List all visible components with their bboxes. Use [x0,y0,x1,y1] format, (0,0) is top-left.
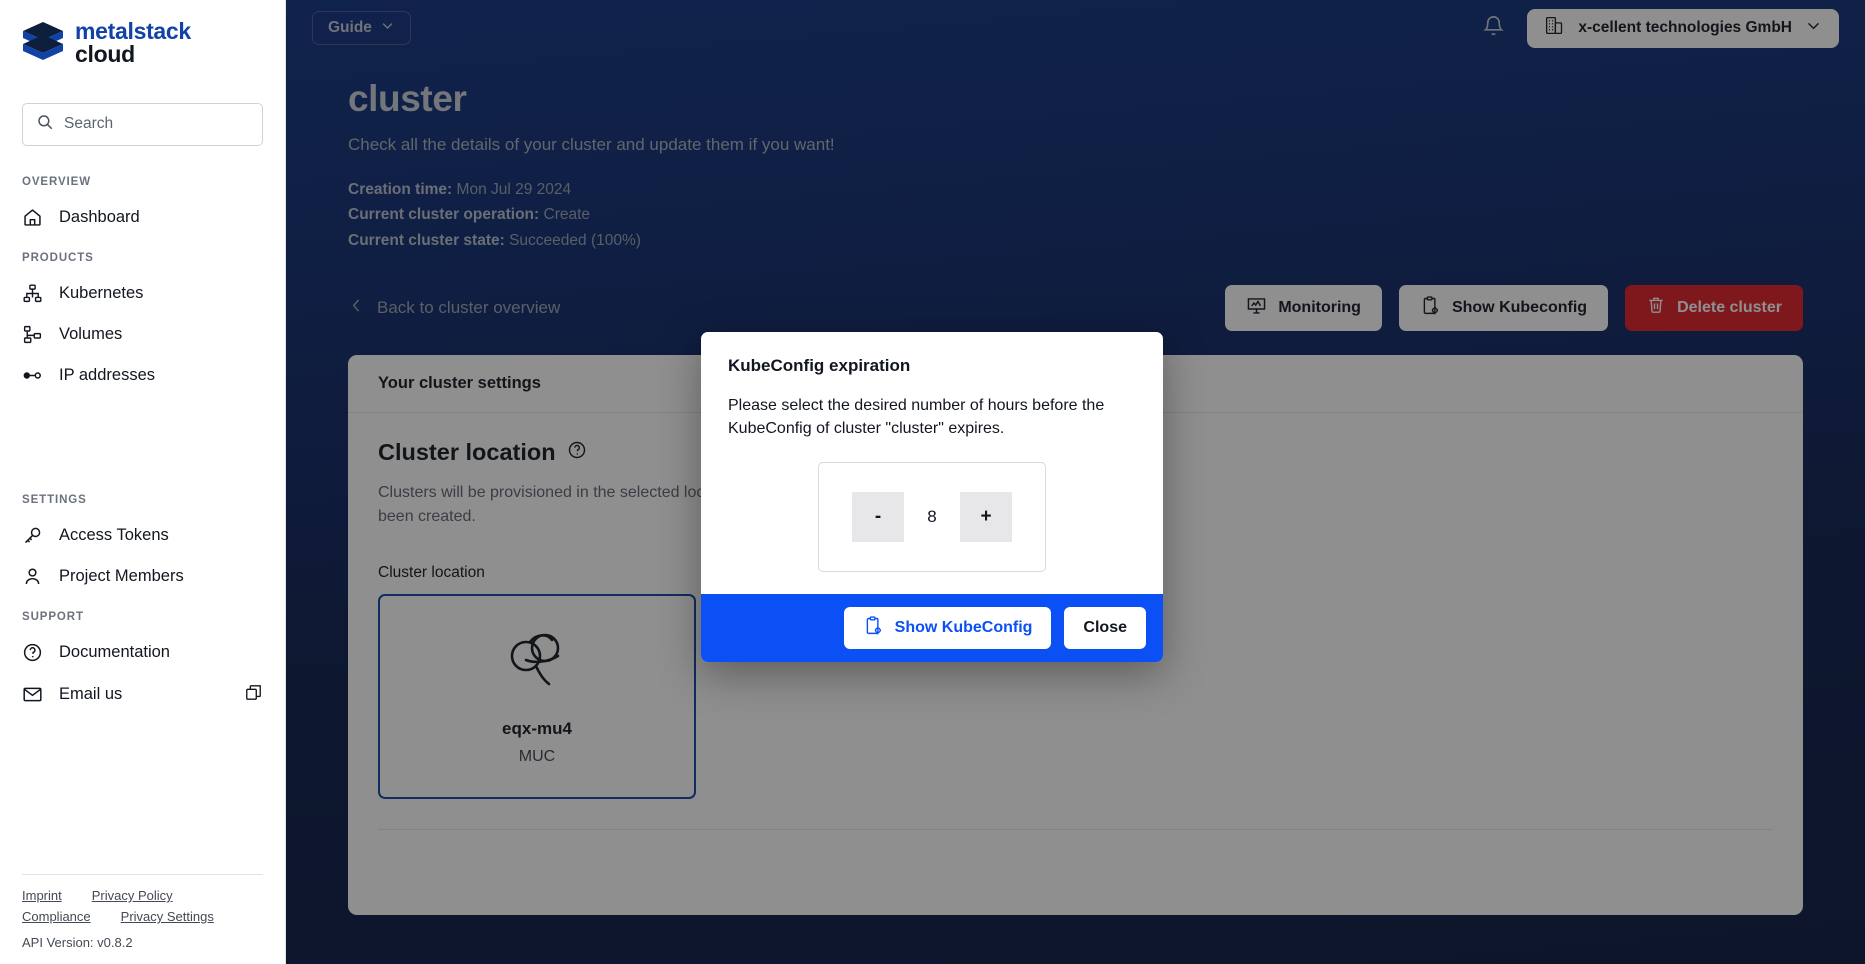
sidebar-nav: OVERVIEW Dashboard PRODUCTS Kubernetes V… [0,146,285,862]
sidebar-item-project-members[interactable]: Project Members [0,556,285,597]
sidebar: metalstack cloud Search OVERVIEW Dashboa… [0,0,286,964]
footer-link-compliance[interactable]: Compliance [22,909,91,924]
sidebar-item-label: Volumes [59,324,123,343]
modal-close-label: Close [1083,619,1127,637]
modal-description: Please select the desired number of hour… [728,397,1105,438]
key-icon [22,525,43,546]
sidebar-item-label: Documentation [59,642,170,661]
sidebar-item-email-us[interactable]: Email us [0,673,285,717]
expiration-hours-value[interactable]: 8 [904,492,960,543]
brand-logo[interactable]: metalstack cloud [0,0,285,67]
brand-line-2: cloud [75,41,135,68]
modal-body: KubeConfig expiration Please select the … [701,332,1163,594]
api-version-text: API Version: v0.8.2 [22,935,133,950]
expiration-stepper: - 8 + [852,492,1012,543]
footer-link-privacy-policy[interactable]: Privacy Policy [92,888,173,903]
decrement-button[interactable]: - [852,492,904,543]
footer-links: Imprint Privacy Policy Compliance Privac… [22,888,252,924]
nav-group-support-label: SUPPORT [22,610,84,623]
sidebar-item-volumes[interactable]: Volumes [0,314,285,355]
modal-close-button[interactable]: Close [1064,607,1146,650]
modal-show-kubeconfig-button[interactable]: Show KubeConfig [843,607,1052,650]
sidebar-item-label: IP addresses [59,365,156,384]
nav-group-products-label: PRODUCTS [22,251,94,264]
footer-link-imprint[interactable]: Imprint [22,888,62,903]
sidebar-item-label: Kubernetes [59,283,144,302]
external-link-icon[interactable] [244,683,263,707]
user-icon [22,566,43,587]
ip-address-icon [22,365,43,386]
expiration-stepper-container: - 8 + [818,462,1046,573]
modal-footer: Show KubeConfig Close [701,594,1163,663]
search-input[interactable]: Search [22,102,263,146]
sidebar-item-label: Access Tokens [59,525,169,544]
footer-link-privacy-settings[interactable]: Privacy Settings [121,909,214,924]
modal-title: KubeConfig expiration [728,356,911,375]
search-icon [36,113,54,136]
kubernetes-icon [22,283,43,304]
sidebar-item-label: Project Members [59,566,184,585]
sidebar-item-access-tokens[interactable]: Access Tokens [0,515,285,556]
question-circle-icon [22,642,43,663]
sidebar-item-ip-addresses[interactable]: IP addresses [0,355,285,396]
clipboard-gear-icon [863,615,884,641]
envelope-icon [22,684,43,705]
sidebar-footer: Imprint Privacy Policy Compliance Privac… [0,862,285,964]
volumes-icon [22,324,43,345]
kubeconfig-expiration-modal: KubeConfig expiration Please select the … [701,332,1163,663]
metalstack-logo-icon [22,21,64,66]
nav-group-overview-label: OVERVIEW [22,175,91,188]
sidebar-item-kubernetes[interactable]: Kubernetes [0,273,285,314]
home-icon [22,207,43,228]
sidebar-item-dashboard[interactable]: Dashboard [0,197,285,238]
modal-primary-label: Show KubeConfig [894,619,1033,637]
app-root: metalstack cloud Search OVERVIEW Dashboa… [0,0,1865,964]
footer-divider [22,874,263,875]
nav-group-settings-label: SETTINGS [22,493,87,506]
increment-button[interactable]: + [960,492,1012,543]
sidebar-item-label: Email us [59,685,123,704]
search-placeholder: Search [64,115,114,133]
sidebar-item-documentation[interactable]: Documentation [0,632,285,673]
brand-line-1: metalstack [75,18,191,44]
sidebar-item-label: Dashboard [59,207,140,226]
brand-text: metalstack cloud [75,18,191,68]
